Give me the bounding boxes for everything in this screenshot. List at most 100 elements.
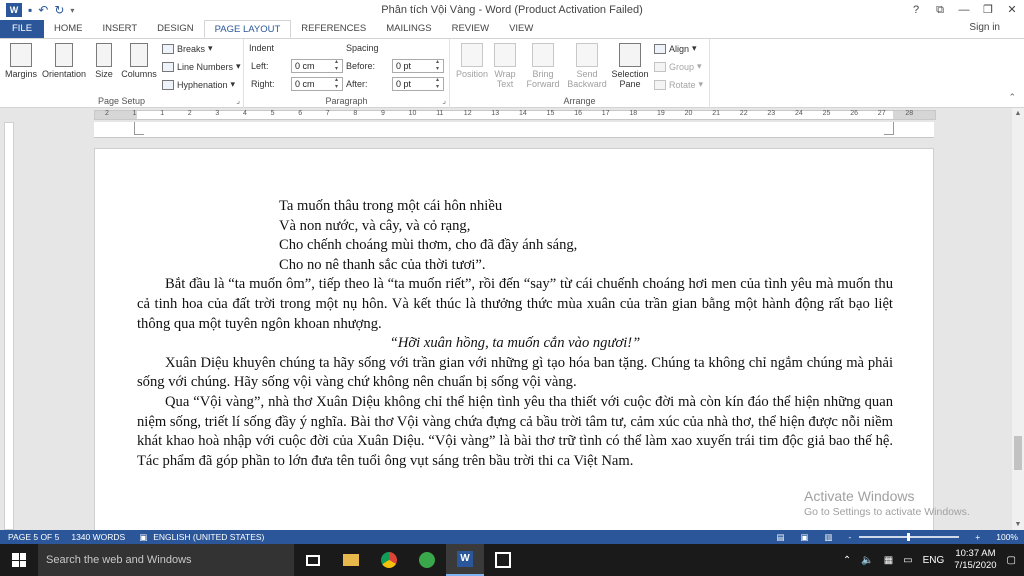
vertical-scrollbar[interactable]: ▲ ▼ (1012, 108, 1024, 530)
file-explorer-icon[interactable] (332, 544, 370, 576)
taskbar: Search the web and Windows W ⌃ 🔈 ▦ ▭ ENG… (0, 544, 1024, 576)
help-button[interactable]: ? (904, 0, 928, 20)
ruler-number: 25 (822, 110, 831, 117)
indent-left-input[interactable]: 0 cm (291, 59, 343, 73)
spacing-before-input[interactable]: 0 pt (392, 59, 444, 73)
orientation-icon (55, 43, 73, 67)
input-language[interactable]: ENG (923, 555, 945, 566)
ribbon-display-icon[interactable]: ⧉ (928, 0, 952, 20)
ribbon-tabs: FILE HOME INSERT DESIGN PAGE LAYOUT REFE… (0, 20, 1024, 38)
word-logo-icon: W (6, 3, 22, 17)
taskbar-search[interactable]: Search the web and Windows (38, 544, 294, 576)
start-button[interactable] (0, 544, 38, 576)
customize-qat-icon[interactable]: ▾ (70, 6, 74, 15)
undo-icon[interactable]: ↶ (38, 3, 48, 17)
tab-page-layout[interactable]: PAGE LAYOUT (203, 20, 292, 38)
group-icon (654, 61, 666, 72)
tab-view[interactable]: VIEW (499, 20, 543, 38)
zoom-in-button[interactable]: + (967, 532, 980, 542)
sign-in-link[interactable]: Sign in (969, 22, 1000, 33)
save-icon[interactable]: ▪ (28, 3, 32, 17)
word-count[interactable]: 1340 WORDS (59, 532, 125, 542)
spacing-after-label: After: (346, 79, 368, 89)
task-view-icon[interactable] (294, 544, 332, 576)
indent-right-input[interactable]: 0 cm (291, 77, 343, 91)
spacing-heading: Spacing (346, 43, 379, 53)
volume-icon[interactable]: 🔈 (861, 555, 873, 566)
language-status[interactable]: ENGLISH (UNITED STATES) (147, 532, 264, 542)
scroll-up-icon[interactable]: ▲ (1012, 110, 1024, 117)
page-setup-label: Page Setup (97, 96, 146, 106)
columns-button[interactable]: Columns (120, 43, 158, 79)
horizontal-ruler[interactable]: 2 1 1 2 3 4 5 6 7 8 9 10 11 12 13 14 15 16 17 18 19 20 21 22 23 2… (94, 110, 936, 120)
minimize-icon[interactable]: — (952, 0, 976, 20)
paragraph-launcher-icon[interactable]: ⌟ (442, 96, 446, 105)
page-count[interactable]: PAGE 5 OF 5 (0, 532, 59, 542)
paragraph: Xuân Diệu khuyên chúng ta hãy sống với t… (137, 354, 893, 391)
selection-pane-button[interactable]: Selection Pane (610, 43, 650, 89)
window-title: Phân tích Vội Vàng - Word (Product Activ… (381, 4, 643, 16)
send-backward-icon (576, 43, 598, 67)
ruler-number: 1 (132, 110, 137, 117)
paragraph-group: Indent Spacing Left: 0 cm Right: 0 cm Be… (244, 39, 450, 108)
web-layout-icon[interactable]: ▥ (816, 532, 832, 543)
document-area[interactable]: Ta muốn thâu trong một cái hôn nhiều Và … (16, 122, 1012, 530)
group-button[interactable]: Group ▾ (654, 61, 702, 72)
wrap-text-icon (494, 43, 516, 67)
scrollbar-thumb[interactable] (1014, 436, 1022, 470)
ruler-number: 7 (325, 110, 330, 117)
margins-button[interactable]: Margins (4, 43, 38, 79)
crop-mark (893, 122, 894, 134)
chrome-icon[interactable] (370, 544, 408, 576)
size-button[interactable]: Size (92, 43, 116, 79)
tab-design[interactable]: DESIGN (147, 20, 203, 38)
tab-file[interactable]: FILE (0, 20, 44, 38)
battery-icon[interactable]: ▭ (903, 555, 912, 566)
clock[interactable]: 10:37 AM 7/15/2020 (954, 548, 996, 572)
scroll-down-icon[interactable]: ▼ (1012, 521, 1024, 528)
line-numbers-button[interactable]: Line Numbers ▾ (162, 61, 241, 72)
network-icon[interactable]: ▦ (884, 555, 893, 566)
breaks-button[interactable]: Breaks ▾ (162, 43, 213, 54)
photos-icon[interactable] (484, 544, 522, 576)
paragraph: Bắt đầu là “ta muốn ôm”, tiếp theo là “t… (137, 276, 893, 332)
orientation-button[interactable]: Orientation (40, 43, 88, 79)
read-mode-icon[interactable]: ▤ (768, 532, 784, 543)
print-layout-icon[interactable]: ▣ (792, 532, 808, 543)
tab-references[interactable]: REFERENCES (291, 20, 376, 38)
align-button[interactable]: Align ▾ (654, 43, 697, 54)
line-numbers-icon (162, 61, 174, 72)
ruler-number: 8 (353, 110, 358, 117)
show-hidden-icons-icon[interactable]: ⌃ (843, 555, 851, 566)
tab-insert[interactable]: INSERT (93, 20, 148, 38)
spacing-after-input[interactable]: 0 pt (392, 77, 444, 91)
tab-home[interactable]: HOME (44, 20, 93, 38)
page-setup-launcher-icon[interactable]: ⌟ (236, 96, 240, 105)
zoom-slider[interactable] (859, 533, 960, 541)
send-backward-button[interactable]: Send Backward (564, 43, 610, 89)
document-body[interactable]: Ta muốn thâu trong một cái hôn nhiều Và … (137, 197, 893, 471)
zoom-out-button[interactable]: - (840, 532, 851, 542)
position-icon (461, 43, 483, 67)
align-icon (654, 43, 666, 54)
zoom-level[interactable]: 100% (988, 532, 1018, 542)
document-page[interactable]: Ta muốn thâu trong một cái hôn nhiều Và … (94, 148, 934, 530)
collapse-ribbon-icon[interactable]: ⌃ (1008, 92, 1016, 103)
rotate-button[interactable]: Rotate ▾ (654, 79, 703, 90)
position-button[interactable]: Position (454, 43, 490, 79)
columns-icon (130, 43, 148, 67)
app-green-icon[interactable] (408, 544, 446, 576)
redo-icon[interactable]: ↻ (54, 3, 64, 17)
notifications-icon[interactable]: ▢ (1007, 555, 1016, 566)
close-icon[interactable]: ✕ (1000, 0, 1024, 20)
system-tray: ⌃ 🔈 ▦ ▭ ENG 10:37 AM 7/15/2020 ▢ (843, 544, 1016, 576)
word-taskbar-icon[interactable]: W (446, 544, 484, 576)
proofing-icon[interactable]: ▣ (125, 532, 147, 543)
bring-forward-button[interactable]: Bring Forward (522, 43, 564, 89)
wrap-text-button[interactable]: Wrap Text (490, 43, 520, 89)
restore-icon[interactable]: ❐ (976, 0, 1000, 20)
tab-mailings[interactable]: MAILINGS (376, 20, 441, 38)
vertical-ruler[interactable] (4, 122, 14, 530)
hyphenation-button[interactable]: Hyphenation ▾ (162, 79, 235, 90)
tab-review[interactable]: REVIEW (442, 20, 499, 38)
